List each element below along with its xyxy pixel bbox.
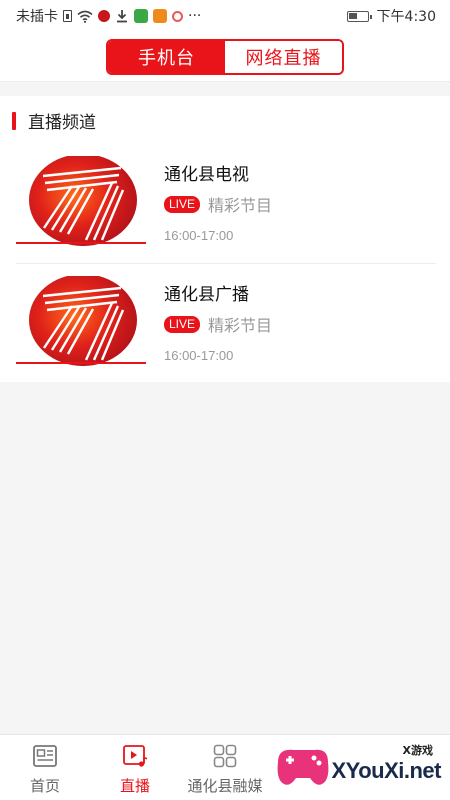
channel-name: 通化县电视 xyxy=(164,165,249,185)
app-notification-icon xyxy=(98,10,110,22)
section-accent-bar xyxy=(12,111,16,130)
channel-item-tv[interactable]: 通化县电视 LIVE 精彩节目 16:00-17:00 xyxy=(16,146,436,264)
status-bar: 未插卡 ··· 下午4:30 xyxy=(0,0,450,32)
live-badge: LIVE xyxy=(164,315,201,333)
sim-card-icon xyxy=(63,10,72,22)
watermark-tag: X游戏 xyxy=(402,744,433,757)
channel-name: 通化县广播 xyxy=(164,285,249,305)
nav-item-media[interactable]: 通化县融媒 xyxy=(180,735,270,800)
download-icon xyxy=(117,10,127,23)
carrier-text: 未插卡 xyxy=(16,9,58,25)
status-left: 未插卡 ··· xyxy=(16,6,201,26)
channel-item-radio[interactable]: 通化县广播 LIVE 精彩节目 16:00-17:00 xyxy=(16,266,436,384)
status-right: 下午4:30 xyxy=(346,6,436,26)
gamepad-logo-icon xyxy=(277,749,329,785)
program-name: 精彩节目 xyxy=(208,196,273,215)
news-icon xyxy=(33,745,57,767)
more-notifications-icon: ··· xyxy=(188,8,202,24)
tonghua-logo-icon xyxy=(16,276,146,366)
section-header: 直播频道 xyxy=(12,108,96,133)
wifi-icon xyxy=(77,10,93,23)
live-row: LIVE 精彩节目 xyxy=(164,312,272,336)
squirrel-app-icon xyxy=(153,9,167,23)
nav-item-live[interactable]: 直播 xyxy=(110,735,160,800)
nav-label-home: 首页 xyxy=(29,777,60,795)
tonghua-logo-icon xyxy=(16,156,146,246)
clock-text: 下午4:30 xyxy=(376,9,436,25)
live-badge: LIVE xyxy=(164,195,201,213)
live-channels-card: 直播频道 通化县电视 LIVE 精彩节目 16:00-17:00 通化县广播 L… xyxy=(0,96,450,382)
live-play-icon xyxy=(123,745,148,767)
section-title: 直播频道 xyxy=(28,113,96,133)
source-segmented-control: 手机台 网络直播 xyxy=(106,38,344,75)
watermark-logo: XYouXi.net xyxy=(331,758,442,783)
program-name: 精彩节目 xyxy=(208,316,273,335)
weibo-app-icon xyxy=(172,10,183,22)
tab-mobile-station[interactable]: 手机台 xyxy=(108,40,225,73)
live-row: LIVE 精彩节目 xyxy=(164,192,272,216)
program-time: 16:00-17:00 xyxy=(164,228,234,243)
top-header: 手机台 网络直播 xyxy=(0,32,450,82)
program-time: 16:00-17:00 xyxy=(164,348,234,363)
nav-item-home[interactable]: 首页 xyxy=(20,735,70,800)
nav-label-media: 通化县融媒 xyxy=(187,777,263,795)
battery-icon xyxy=(346,10,372,22)
tab-network-live[interactable]: 网络直播 xyxy=(225,40,342,73)
nav-label-live: 直播 xyxy=(119,777,150,795)
grid-icon xyxy=(213,744,237,768)
site-watermark: X游戏 XYouXi.net xyxy=(272,738,447,796)
game-app-icon xyxy=(134,9,148,23)
